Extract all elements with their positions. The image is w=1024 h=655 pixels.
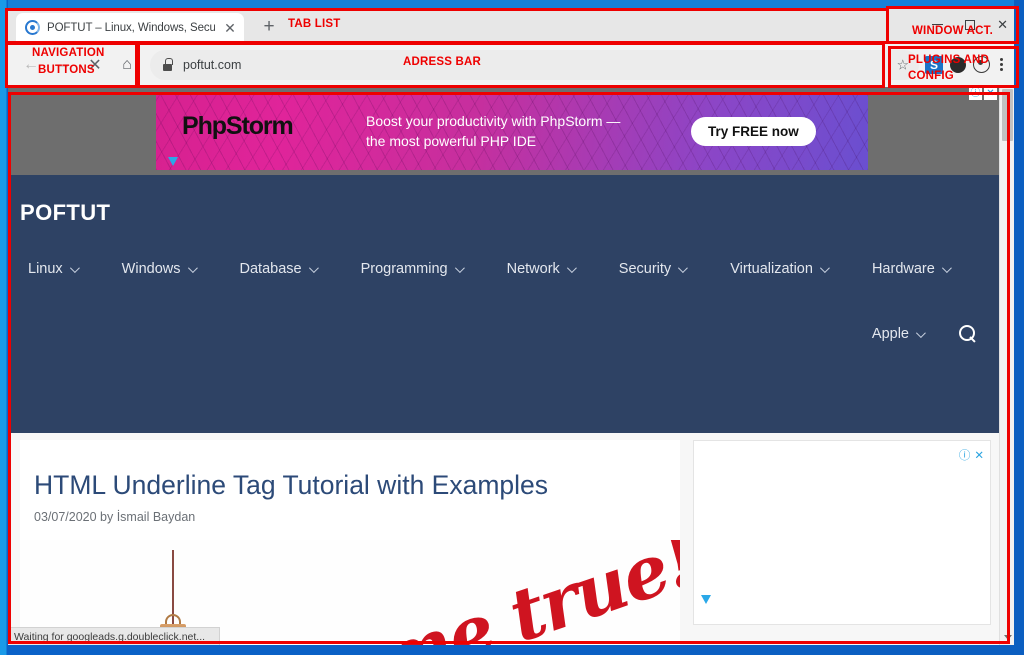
nav-label: Programming [360, 261, 448, 277]
annotation-label-plugins-line2: CONFIG [908, 70, 954, 82]
nav-item-hardware[interactable]: Hardware [871, 261, 952, 277]
sidebar-ad-controls: ⓘ ✕ [959, 447, 984, 463]
scrollbar-thumb[interactable] [1002, 89, 1013, 141]
chevron-down-icon [819, 262, 830, 273]
nav-item-database[interactable]: Database [239, 261, 319, 277]
tab-close-icon[interactable]: ✕ [222, 21, 238, 35]
new-tab-button[interactable]: + [258, 17, 280, 39]
ad-logo: PhpStorm [182, 112, 294, 140]
sidebar-ad-info-icon[interactable]: ⓘ [959, 447, 971, 463]
close-window-icon[interactable]: ✕ [997, 18, 1008, 31]
ad-controls: ⓘ ✕ [969, 87, 997, 100]
chevron-down-icon [454, 262, 465, 273]
scroll-down-arrow-icon[interactable] [1004, 635, 1012, 640]
annotation-label-plugins-line1: PLUGINS AND [908, 54, 989, 66]
nav-label: Hardware [871, 261, 935, 277]
sidebar-ad-close-icon[interactable]: ✕ [974, 448, 984, 462]
nav-label: Linux [28, 261, 63, 277]
nav-item-windows[interactable]: Windows [121, 261, 198, 277]
annotation-label-nav-line2: BUTTONS [38, 64, 95, 76]
ad-headline-line1: Boost your productivity with PhpStorm — [366, 113, 621, 129]
nav-item-security[interactable]: Security [618, 261, 689, 277]
browser-toolbar: ← → ✕ ⌂ poftut.com ☆ S [8, 42, 1014, 87]
ad-info-icon[interactable]: ⓘ [969, 87, 982, 100]
nav-label: Database [239, 261, 302, 277]
sidebar-ad[interactable]: ⓘ ✕ [693, 440, 991, 625]
ad-close-icon[interactable]: ✕ [984, 87, 997, 100]
top-ad-strip: PhpStorm Boost your productivity with Ph… [8, 87, 999, 175]
page-title: HTML Underline Tag Tutorial with Example… [34, 470, 549, 500]
site-header: POFTUT Linux Windows Database Programmin… [8, 175, 999, 507]
site-secondary-nav: Apple [872, 325, 977, 343]
title-bar[interactable] [8, 0, 1014, 8]
adchoices-triangle-icon[interactable] [168, 157, 178, 166]
nav-label: Windows [121, 261, 181, 277]
chevron-down-icon [308, 262, 319, 273]
phpstorm-ad-banner[interactable]: PhpStorm Boost your productivity with Ph… [156, 92, 868, 170]
page-content: HTML Underline Tag Tutorial with Example… [8, 433, 999, 645]
article-meta: 03/07/2020 by İsmail Baydan [34, 510, 196, 524]
browser-tab[interactable]: POFTUT – Linux, Windows, Secur ✕ [16, 13, 244, 42]
nav-label: Virtualization [730, 261, 813, 277]
address-bar-url: poftut.com [183, 57, 242, 72]
ad-cta-button[interactable]: Try FREE now [691, 117, 816, 146]
tab-title: POFTUT – Linux, Windows, Secur [47, 21, 215, 34]
home-button[interactable]: ⌂ [112, 50, 142, 80]
chevron-down-icon [69, 262, 80, 273]
browser-window: POFTUT – Linux, Windows, Secur ✕ + ✕ ← →… [8, 0, 1014, 645]
chevron-down-icon [187, 262, 198, 273]
nav-item-network[interactable]: Network [506, 261, 577, 277]
annotation-label-nav-line1: NAVIGATION [32, 47, 105, 59]
annotation-label-window-act: WINDOW ACT. [912, 25, 993, 37]
page-viewport: PhpStorm Boost your productivity with Ph… [8, 87, 1014, 645]
ad-headline-line2: the most powerful PHP IDE [366, 132, 537, 149]
nav-item-virtualization[interactable]: Virtualization [730, 261, 830, 277]
nav-item-apple[interactable]: Apple [871, 326, 926, 342]
browser-window-frame: POFTUT – Linux, Windows, Secur ✕ + ✕ ← →… [0, 0, 1024, 655]
site-main-nav: Linux Windows Database Programming Netwo… [28, 261, 979, 277]
article: HTML Underline Tag Tutorial with Example… [20, 440, 680, 645]
chevron-down-icon [941, 262, 952, 273]
nav-label: Network [506, 261, 560, 277]
address-bar[interactable]: poftut.com ☆ [150, 49, 919, 80]
page-scrollbar[interactable] [999, 87, 1014, 645]
chevron-down-icon [566, 262, 577, 273]
nav-label: Apple [871, 326, 909, 342]
annotation-label-adress-bar: ADRESS BAR [403, 56, 482, 68]
chevron-down-icon [678, 262, 689, 273]
site-logo[interactable]: POFTUT [20, 200, 110, 226]
sidebar-adchoices-triangle-icon[interactable] [701, 595, 711, 604]
nav-label: Security [618, 261, 672, 277]
lock-icon [162, 58, 173, 71]
tab-strip: POFTUT – Linux, Windows, Secur ✕ + ✕ [8, 8, 1014, 42]
nav-item-programming[interactable]: Programming [360, 261, 465, 277]
featured-script-text: ome true! [321, 540, 680, 645]
search-icon[interactable] [959, 325, 977, 343]
favicon-icon [25, 20, 40, 35]
three-dot-menu-icon[interactable] [997, 58, 1006, 71]
nav-item-linux[interactable]: Linux [28, 261, 80, 277]
status-bar: Waiting for googleads.g.doubleclick.net.… [8, 627, 220, 645]
ad-headline: Boost your productivity with PhpStorm — … [366, 112, 620, 152]
annotation-label-tab-list: TAB LIST [288, 18, 341, 30]
chevron-down-icon [915, 327, 926, 338]
